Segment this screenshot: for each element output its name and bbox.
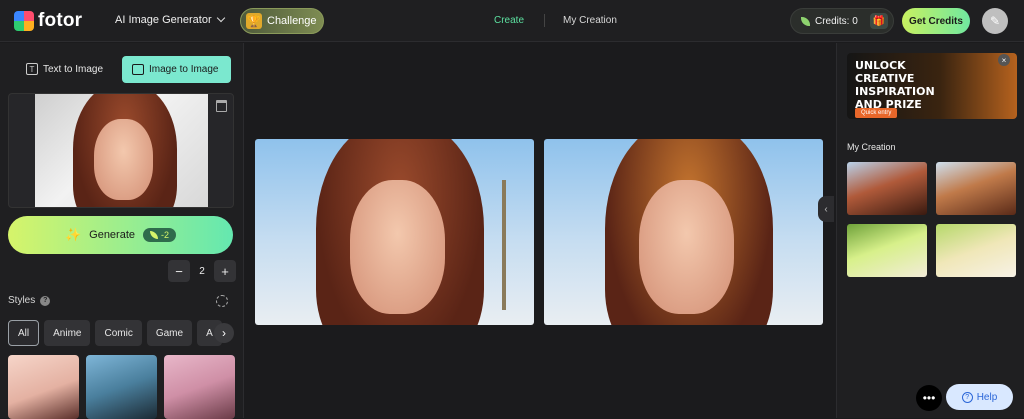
style-chips: All Anime Comic Game A [8,320,222,346]
creation-thumbnail[interactable] [847,162,927,215]
nav-create[interactable]: Create [494,15,524,26]
more-icon[interactable]: ••• [916,385,942,411]
help-label: Help [976,391,998,403]
canvas-area [245,43,835,418]
style-thumbnails [8,355,235,419]
credits-badge[interactable]: Credits: 0 🎁 [790,8,894,34]
chevron-left-icon[interactable]: ‹ [818,196,834,222]
styles-label: Styles [8,295,36,306]
avatar-icon: ✎ [989,14,1001,28]
chevron-down-icon [216,13,225,23]
portrait-face [349,179,445,314]
creation-thumbnail[interactable] [936,224,1016,277]
challenge-button[interactable]: 🏆 Challenge [240,8,324,34]
leaf-icon [801,16,810,26]
avatar[interactable]: ✎ [982,8,1008,34]
style-thumbnail[interactable] [86,355,157,419]
tab-text-to-image-label: Text to Image [43,63,104,75]
trash-icon[interactable] [216,100,227,112]
creation-thumbnail[interactable] [936,162,1016,215]
style-thumbnail[interactable] [164,355,235,419]
chevron-right-icon[interactable]: › [214,323,234,343]
generate-cost-badge: -2 [143,228,177,242]
my-creation-grid [847,162,1016,277]
style-chip-comic[interactable]: Comic [95,320,142,346]
get-credits-button[interactable]: Get Credits [902,8,970,34]
decrease-button[interactable]: − [168,260,190,282]
top-bar: fotor AI Image Generator 🏆 Challenge Cre… [0,0,1024,42]
text-icon: T [26,63,38,75]
style-thumbnail[interactable] [8,355,79,419]
trophy-icon: 🏆 [246,13,262,29]
right-panel: UNLOCK CREATIVE INSPIRATION AND PRIZE Qu… [836,43,1024,418]
style-chip-all[interactable]: All [8,320,40,346]
styles-heading: Styles ? [8,295,51,306]
nav-divider [544,14,545,27]
palm-tree [502,179,507,311]
result-image[interactable] [255,139,534,325]
help-icon: ? [961,391,973,403]
left-panel: T Text to Image Image to Image ✨ Generat… [0,43,244,419]
generate-button[interactable]: ✨ Generate -2 [8,216,233,254]
image-icon [132,64,144,75]
uploaded-image-box[interactable] [8,93,234,208]
portrait-face [638,179,734,314]
help-button[interactable]: ? Help [946,384,1013,410]
challenge-label: Challenge [267,15,317,27]
help-icon[interactable]: ? [40,295,51,306]
result-image[interactable] [544,139,823,325]
credits-label: Credits: 0 [815,15,858,27]
ai-image-generator-label: AI Image Generator [115,14,212,26]
generate-cost: -2 [161,230,170,240]
promo-banner[interactable]: UNLOCK CREATIVE INSPIRATION AND PRIZE Qu… [847,53,1017,119]
gift-icon[interactable]: 🎁 [870,13,888,29]
style-chip-anime[interactable]: Anime [44,320,91,346]
uploaded-image [35,94,208,207]
portrait-face [93,118,153,201]
tab-text-to-image[interactable]: T Text to Image [26,63,103,75]
leaf-icon [150,231,159,239]
logo-text: fotor [38,10,83,31]
quantity-value: 2 [199,265,205,277]
creation-thumbnail[interactable] [847,224,927,277]
my-creation-heading: My Creation [847,142,896,152]
tab-image-to-image-label: Image to Image [149,64,219,75]
nav-my-creation[interactable]: My Creation [563,15,617,26]
close-icon[interactable]: × [998,54,1010,66]
banner-title: UNLOCK CREATIVE INSPIRATION AND PRIZE [855,59,935,111]
tab-image-to-image[interactable]: Image to Image [122,56,231,83]
settings-icon[interactable] [216,295,228,307]
ai-image-generator-menu[interactable]: AI Image Generator [115,13,225,26]
logo[interactable]: fotor [14,10,82,32]
increase-button[interactable]: + [214,260,236,282]
style-chip-game[interactable]: Game [146,320,193,346]
generate-label: Generate [89,229,136,241]
quantity-stepper: − 2 + [168,260,236,282]
magic-wand-icon: ✨ [64,227,82,242]
logo-icon [14,11,34,31]
quick-entry-button[interactable]: Quick entry [855,108,898,118]
